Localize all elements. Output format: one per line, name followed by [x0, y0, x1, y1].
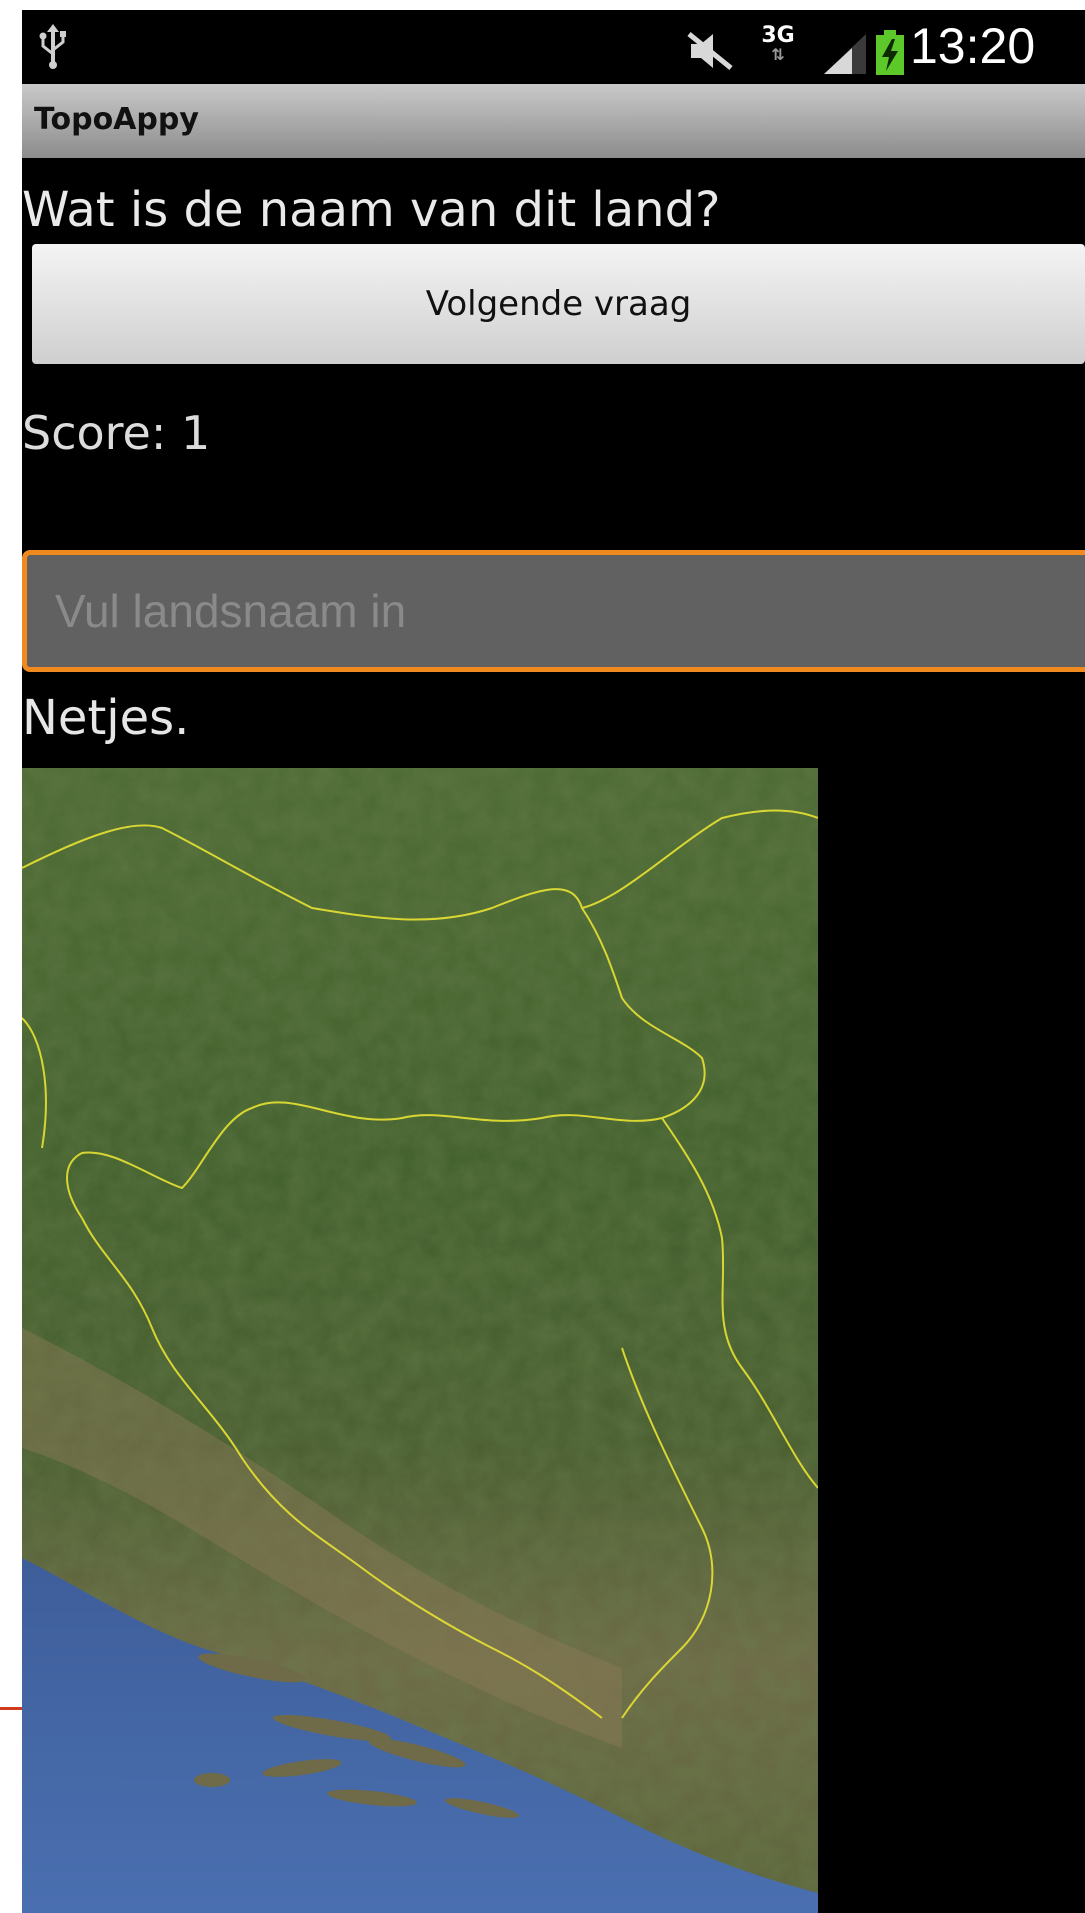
score-text: Score: 1 — [22, 406, 211, 460]
edge-marker — [0, 1707, 22, 1710]
network-3g-icon: 3G ⇅ — [761, 23, 795, 64]
usb-icon — [39, 24, 66, 69]
feedback-text: Netjes. — [22, 690, 190, 746]
app-title: TopoAppy — [34, 102, 199, 137]
signal-icon — [824, 34, 866, 74]
battery-charging-icon — [876, 30, 904, 75]
question-text: Wat is de naam van dit land? — [22, 182, 721, 238]
country-name-input[interactable] — [22, 550, 1085, 672]
status-bar: 3G ⇅ 13:20 — [22, 10, 1085, 84]
mute-icon — [687, 32, 733, 70]
status-clock: 13:20 — [910, 18, 1036, 74]
next-question-button[interactable]: Volgende vraag — [32, 244, 1085, 364]
satellite-map-image — [22, 768, 818, 1913]
title-bar: TopoAppy — [22, 84, 1085, 158]
phone-screen: 3G ⇅ 13:20 TopoAppy Wat is de naam van d… — [22, 10, 1085, 1913]
